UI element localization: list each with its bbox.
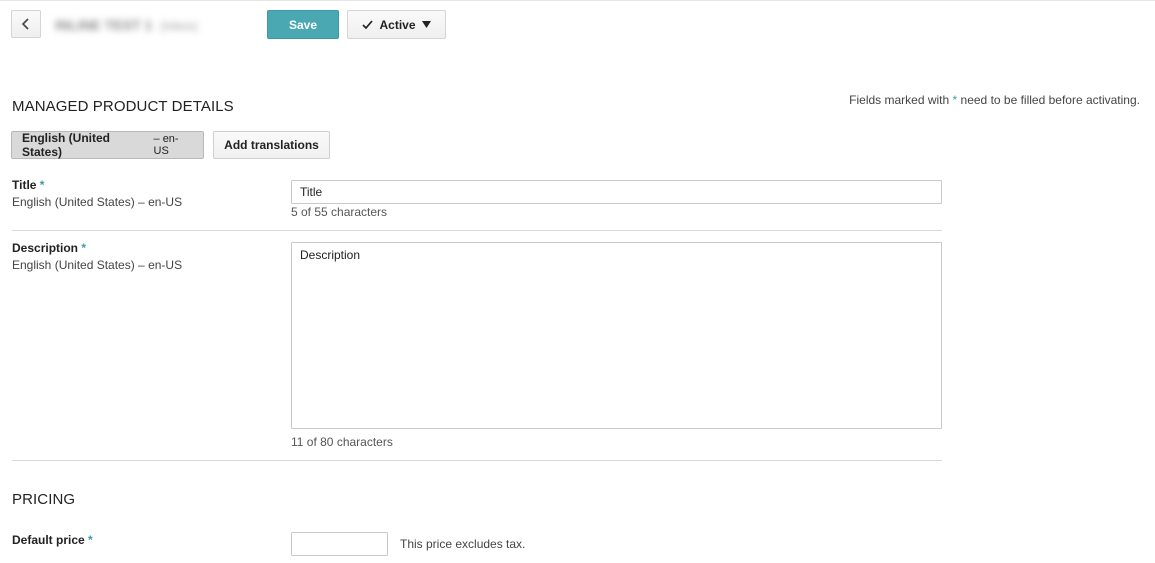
- description-label-text: Description: [12, 241, 79, 255]
- back-button[interactable]: [11, 10, 41, 38]
- tab-language-code: – en-US: [153, 133, 179, 157]
- required-asterisk: *: [39, 178, 45, 192]
- section-title-pricing: PRICING: [12, 491, 76, 508]
- app-name-text: INLINE TEST 1: [55, 17, 153, 33]
- title-language: English (United States) – en-US: [12, 195, 183, 209]
- add-translations-label: Add translations: [224, 138, 319, 152]
- title-input[interactable]: Title: [291, 180, 942, 204]
- add-translations-button[interactable]: Add translations: [213, 131, 330, 159]
- divider: [12, 460, 942, 461]
- tab-language-label: English (United States): [22, 131, 110, 159]
- caret-down-icon: [421, 21, 431, 28]
- title-label: Title *: [12, 178, 44, 192]
- save-button[interactable]: Save: [267, 10, 339, 39]
- app-name-sub: (Inbox): [160, 19, 198, 33]
- required-note-before: Fields marked with: [849, 93, 953, 107]
- chevron-left-icon: [21, 18, 29, 30]
- top-border: [0, 0, 1155, 1]
- app-name: INLINE TEST 1 (Inbox): [55, 14, 198, 36]
- required-note-after: need to be filled before activating.: [957, 93, 1140, 107]
- save-button-label: Save: [288, 17, 318, 32]
- price-excludes-tax-note: This price excludes tax.: [400, 537, 526, 551]
- description-label: Description *: [12, 241, 86, 255]
- description-character-counter: 11 of 80 characters: [291, 435, 393, 449]
- required-asterisk: *: [88, 533, 93, 547]
- required-asterisk: *: [81, 241, 87, 255]
- status-label: Active: [379, 17, 416, 32]
- divider: [12, 230, 942, 231]
- section-title-product-details: MANAGED PRODUCT DETAILS: [12, 98, 234, 115]
- description-textarea[interactable]: Description: [291, 242, 942, 429]
- description-language: English (United States) – en-US: [12, 258, 183, 272]
- title-character-counter: 5 of 55 characters: [291, 205, 388, 219]
- default-price-input[interactable]: [291, 532, 388, 556]
- tab-language-en-us[interactable]: English (United States) – en-US: [11, 131, 204, 159]
- title-label-text: Title: [12, 178, 37, 192]
- status-dropdown[interactable]: Active: [347, 10, 446, 39]
- default-price-label-text: Default price: [12, 533, 85, 547]
- required-fields-note: Fields marked with * need to be filled b…: [849, 93, 1140, 107]
- default-price-label: Default price *: [12, 533, 93, 547]
- check-icon: [362, 19, 374, 29]
